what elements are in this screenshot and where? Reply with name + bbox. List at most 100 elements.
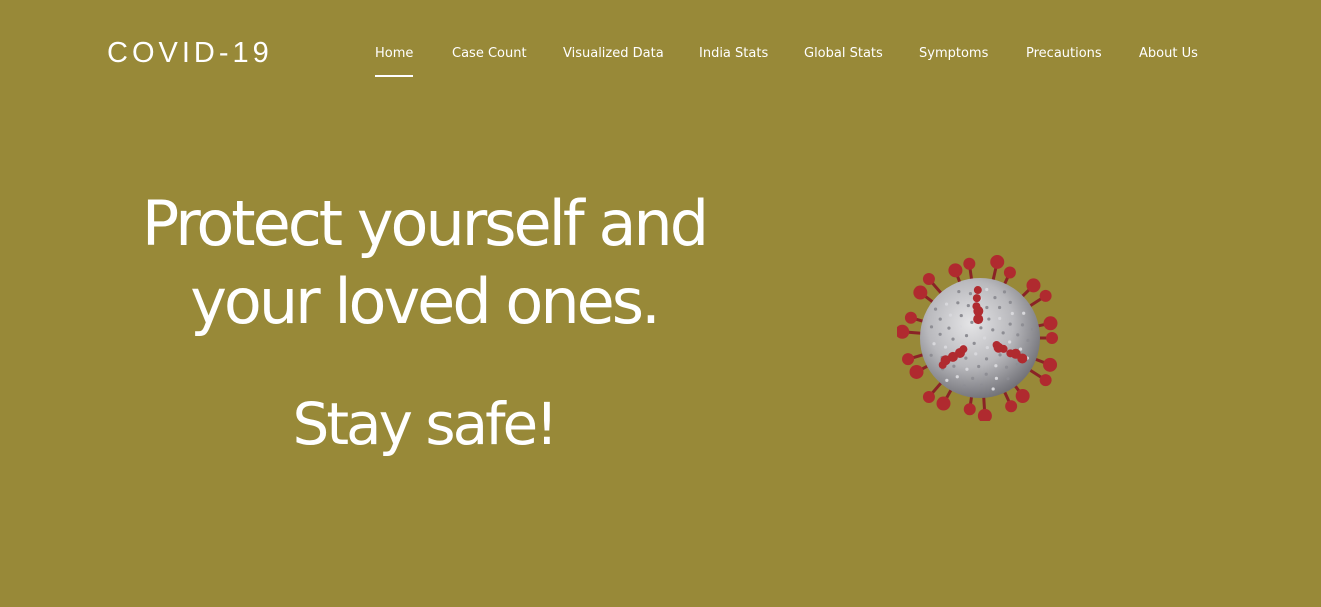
virus-texture-dot xyxy=(945,378,949,382)
virus-texture-dot xyxy=(984,372,988,376)
virus-spike-head xyxy=(922,273,935,286)
virus-spike-head xyxy=(922,390,935,403)
virus-texture-dot xyxy=(964,334,969,338)
coronavirus-icon xyxy=(895,254,1063,423)
virus-texture-dot xyxy=(991,387,995,391)
virus-texture-dot xyxy=(944,302,949,306)
virus-spike-head xyxy=(963,403,976,416)
nav-visualized-data[interactable]: Visualized Data xyxy=(563,44,664,64)
virus-spike-head xyxy=(1005,400,1018,413)
virus-surface-spike xyxy=(972,294,981,303)
virus-texture-dot xyxy=(968,292,973,296)
virus-texture-dot xyxy=(1016,333,1020,337)
virus-texture-dot xyxy=(970,320,974,324)
virus-spike-head xyxy=(1043,357,1058,372)
virus-texture-dot xyxy=(994,364,998,368)
virus-texture-dot xyxy=(966,303,970,308)
virus-texture-dot xyxy=(948,313,953,317)
hero-headline-line-2: your loved ones. xyxy=(190,265,661,338)
virus-texture-dot xyxy=(998,316,1002,321)
virus-texture-dot xyxy=(1002,290,1007,294)
virus-spike-head xyxy=(1039,289,1052,302)
virus-texture-dot xyxy=(1020,323,1025,327)
virus-texture-dot xyxy=(1008,300,1012,304)
virus-texture-dot xyxy=(956,301,960,305)
nav-about-us[interactable]: About Us xyxy=(1139,44,1198,64)
nav-symptoms[interactable]: Symptoms xyxy=(919,44,988,64)
coronavirus-illustration xyxy=(895,254,1058,423)
virus-texture-dot xyxy=(1015,362,1019,367)
virus-spike-head xyxy=(1043,316,1058,331)
virus-surface-spike xyxy=(959,345,968,354)
virus-texture-dot xyxy=(982,336,987,340)
nav-precautions[interactable]: Precautions xyxy=(1026,44,1102,64)
virus-surface-spike xyxy=(973,286,982,295)
virus-texture-dot xyxy=(1004,365,1009,369)
virus-texture-dot xyxy=(965,367,969,371)
virus-spike-head xyxy=(902,353,915,366)
virus-texture-dot xyxy=(974,352,978,356)
virus-texture-dot xyxy=(933,307,938,311)
virus-surface-spike xyxy=(993,342,1004,353)
virus-texture-dot xyxy=(938,317,942,321)
virus-spike-head xyxy=(913,285,928,300)
virus-spike-head xyxy=(977,408,992,423)
virus-texture-dot xyxy=(1010,311,1014,316)
virus-spike-head xyxy=(1015,389,1030,404)
virus-spike-head xyxy=(948,263,963,278)
virus-texture-dot xyxy=(985,305,989,310)
virus-texture-dot xyxy=(1026,338,1030,343)
virus-texture-dot xyxy=(952,364,956,368)
virus-texture-dot xyxy=(991,328,995,332)
virus-spike-head xyxy=(895,324,910,339)
virus-texture-dot xyxy=(964,356,968,360)
main-nav: Home Case Count Visualized Data India St… xyxy=(0,44,1321,84)
virus-texture-dot xyxy=(993,296,997,300)
virus-spike-head xyxy=(990,254,1005,269)
virus-texture-dot xyxy=(1001,331,1005,335)
nav-home[interactable]: Home xyxy=(375,44,414,77)
virus-spike-head xyxy=(1003,266,1016,279)
virus-texture-dot xyxy=(958,324,962,329)
nav-case-count[interactable]: Case Count xyxy=(452,44,527,64)
virus-texture-dot xyxy=(962,384,966,388)
virus-texture-dot xyxy=(947,326,951,330)
virus-texture-dot xyxy=(971,376,975,381)
site-header: COVID-19 Home Case Count Visualized Data… xyxy=(0,0,1321,100)
virus-spike-head xyxy=(936,396,951,411)
virus-texture-dot xyxy=(929,325,934,329)
virus-texture-dot xyxy=(997,305,1002,310)
virus-texture-dot xyxy=(929,353,933,357)
virus-texture-dot xyxy=(955,375,959,379)
virus-spike-head xyxy=(963,257,976,270)
virus-spike-head xyxy=(1039,374,1052,387)
virus-texture-dot xyxy=(987,317,991,321)
virus-texture-dot xyxy=(1006,377,1010,381)
virus-spike-head xyxy=(909,364,924,379)
hero-tagline: Stay safe! xyxy=(292,390,559,458)
nav-india-stats[interactable]: India Stats xyxy=(699,44,768,64)
hero-headline: Protect yourself and your loved ones. xyxy=(124,185,724,341)
hero-headline-line-1: Protect yourself and xyxy=(141,187,709,260)
virus-texture-dot xyxy=(985,287,989,292)
virus-texture-dot xyxy=(1031,327,1035,331)
virus-texture-dot xyxy=(979,326,983,330)
virus-surface-spike xyxy=(973,306,984,317)
virus-texture-dot xyxy=(980,383,984,387)
virus-texture-dot xyxy=(959,313,963,318)
virus-spike-head xyxy=(1026,278,1041,293)
virus-texture-dot xyxy=(994,376,999,380)
virus-spike-head xyxy=(1046,332,1058,344)
virus-texture-dot xyxy=(998,353,1002,357)
virus-texture-dot xyxy=(957,289,961,294)
virus-texture-dot xyxy=(1018,347,1023,351)
virus-texture-dot xyxy=(1022,311,1026,315)
virus-texture-dot xyxy=(938,332,942,336)
virus-texture-dot xyxy=(977,364,981,369)
virus-texture-dot xyxy=(1008,340,1012,344)
virus-texture-dot xyxy=(943,345,948,349)
virus-texture-dot xyxy=(951,337,955,341)
nav-global-stats[interactable]: Global Stats xyxy=(804,44,883,64)
virus-spike-head xyxy=(904,311,917,324)
virus-surface-spike xyxy=(940,355,951,366)
